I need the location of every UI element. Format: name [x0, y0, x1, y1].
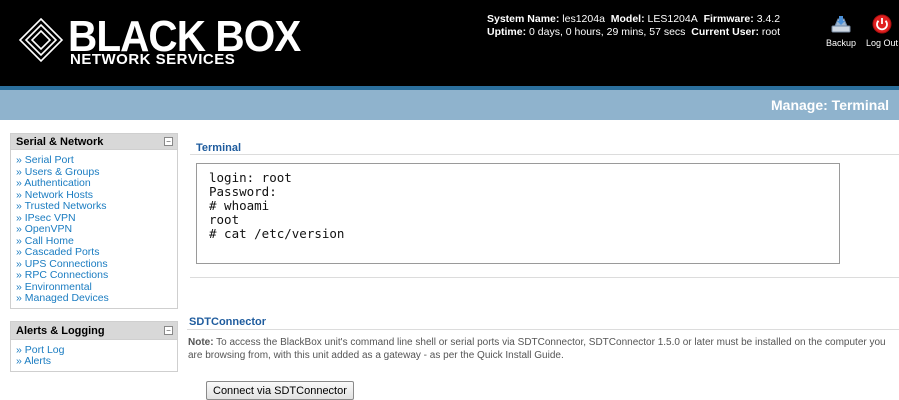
- terminal-line: # cat /etc/version: [209, 226, 345, 241]
- note-label: Note:: [188, 337, 214, 348]
- firmware-value: 3.4.2: [756, 13, 781, 25]
- sidebar-item-authentication[interactable]: Authentication: [16, 177, 177, 190]
- backup-button[interactable]: Backup: [821, 14, 861, 48]
- note-text: To access the BlackBox unit's command li…: [188, 337, 886, 361]
- sidebar-section-alerts-logging: Alerts & Logging − Port Log Alerts: [10, 320, 178, 372]
- terminal-line: login: root: [209, 170, 292, 185]
- system-info: System Name: les1204a Model: LES1204A Fi…: [487, 13, 780, 39]
- sidebar-item-managed-devices[interactable]: Managed Devices: [16, 292, 177, 305]
- sidebar-section-header: Serial & Network −: [10, 133, 178, 150]
- sdtconnector-note: Note: To access the BlackBox unit's comm…: [188, 336, 888, 362]
- terminal-line: # whoami: [209, 198, 270, 213]
- sidebar-item-serial-port[interactable]: Serial Port: [16, 154, 177, 167]
- sidebar-section-header: Alerts & Logging −: [10, 320, 178, 340]
- collapse-icon[interactable]: −: [164, 137, 173, 146]
- terminal-window[interactable]: login: root Password: # whoami root # ca…: [196, 163, 840, 264]
- current-user-label: Current User:: [691, 26, 759, 38]
- system-info-line-1: System Name: les1204a Model: LES1204A Fi…: [487, 13, 780, 26]
- current-user-value: root: [761, 26, 780, 38]
- model-label: Model:: [610, 13, 645, 25]
- sdtconnector-section-title: SDTConnector: [189, 316, 266, 328]
- sidebar-item-alerts[interactable]: Alerts: [16, 355, 177, 368]
- system-name-label: System Name:: [487, 13, 560, 25]
- terminal-section-title: Terminal: [196, 142, 242, 154]
- logo-diamond-icon: [18, 17, 64, 63]
- uptime-label: Uptime:: [487, 26, 527, 38]
- backup-label: Backup: [825, 38, 857, 48]
- sidebar: Serial & Network − Serial Port Users & G…: [10, 133, 178, 372]
- collapse-icon[interactable]: −: [164, 325, 173, 335]
- sidebar-section-serial-network: Serial & Network − Serial Port Users & G…: [10, 133, 178, 309]
- blackbox-logo: BLACK BOX NETWORK SERVICES: [18, 13, 301, 73]
- divider: [187, 329, 899, 330]
- sidebar-section-items: Port Log Alerts: [10, 339, 178, 372]
- divider: [190, 154, 899, 155]
- header-bar: BLACK BOX NETWORK SERVICES System Name: …: [0, 0, 899, 86]
- firmware-label: Firmware:: [703, 13, 754, 25]
- connect-sdtconnector-button[interactable]: Connect via SDTConnector: [206, 381, 354, 400]
- system-info-line-2: Uptime: 0 days, 0 hours, 29 mins, 57 sec…: [487, 26, 780, 39]
- model-value: LES1204A: [647, 13, 698, 25]
- sidebar-item-openvpn[interactable]: OpenVPN: [16, 223, 177, 236]
- terminal-line: Password:: [209, 184, 277, 199]
- power-icon: [872, 14, 892, 34]
- sidebar-item-cascaded-ports[interactable]: Cascaded Ports: [16, 246, 177, 259]
- divider: [190, 277, 899, 278]
- sidebar-section-items: Serial Port Users & Groups Authenticatio…: [10, 150, 178, 309]
- system-name-value: les1204a: [562, 13, 605, 25]
- backup-icon: [831, 16, 851, 33]
- sidebar-item-trusted-networks[interactable]: Trusted Networks: [16, 200, 177, 213]
- sidebar-section-title: Serial & Network: [16, 136, 104, 148]
- logout-button[interactable]: Log Out: [862, 14, 899, 48]
- sidebar-section-title: Alerts & Logging: [16, 324, 105, 337]
- logo-subtitle: NETWORK SERVICES: [70, 51, 236, 68]
- page-title-bar: Manage: Terminal: [0, 90, 899, 120]
- terminal-line: root: [209, 212, 240, 227]
- logout-label: Log Out: [865, 38, 899, 48]
- page-title: Manage: Terminal: [771, 97, 889, 113]
- sidebar-item-rpc-connections[interactable]: RPC Connections: [16, 269, 177, 282]
- uptime-value: 0 days, 0 hours, 29 mins, 57 secs: [529, 26, 686, 38]
